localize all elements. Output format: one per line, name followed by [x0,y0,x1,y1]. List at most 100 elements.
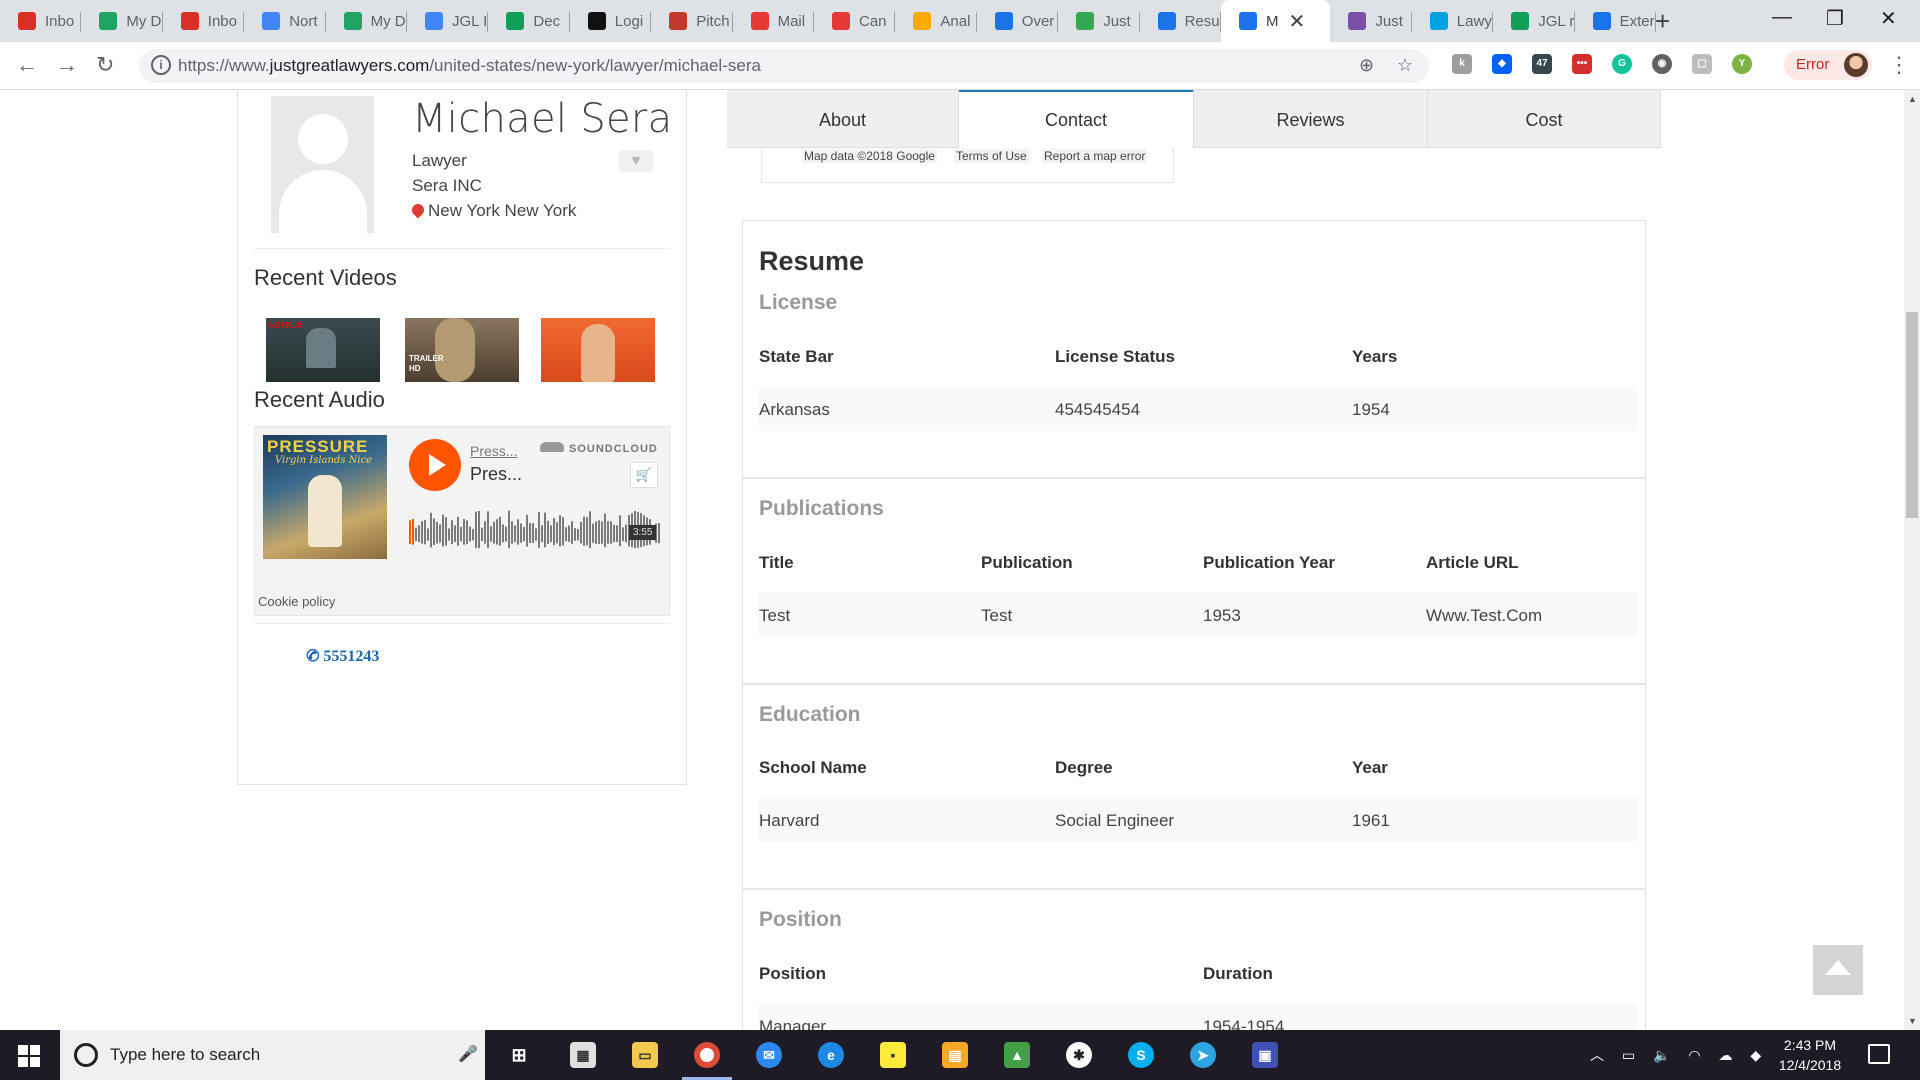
url-text[interactable]: https://www.justgreatlawyers.com/united-… [178,56,761,76]
minimize-button[interactable]: — [1772,6,1792,29]
browser-tab[interactable]: Inbo [163,0,245,42]
favorite-heart-button[interactable]: ♥ [619,150,653,172]
audio-waveform[interactable] [409,507,663,557]
slack-icon[interactable]: ✱ [1066,1042,1092,1068]
site-info-icon[interactable]: i [151,55,171,75]
soundcloud-user-link[interactable]: Press... [470,443,517,459]
tab-contact[interactable]: Contact [959,90,1194,148]
maximize-button[interactable]: ❐ [1826,6,1844,31]
browser-tab[interactable]: Just [1330,0,1412,42]
scroll-down-arrow[interactable]: ▼ [1908,1016,1917,1026]
new-tab-button[interactable]: + [1655,6,1670,37]
battery-icon[interactable]: ▭ [1622,1047,1635,1063]
chrome-icon[interactable] [694,1042,720,1068]
scroll-up-arrow[interactable]: ▲ [1908,94,1917,104]
extension-icon[interactable]: k [1452,54,1472,74]
sticky-notes-icon[interactable]: ▪ [880,1042,906,1068]
calculator-icon[interactable]: ▦ [570,1042,596,1068]
dropbox-icon[interactable]: ◆ [1492,54,1512,74]
browser-tab[interactable]: Just [1058,0,1140,42]
scrollbar-thumb[interactable] [1906,312,1918,518]
edge-icon[interactable]: e [818,1042,844,1068]
windows-start-button[interactable] [18,1045,40,1067]
map-report-link[interactable]: Report a map error [1042,149,1148,163]
file-explorer-icon[interactable]: ▭ [632,1042,658,1068]
counter-extension-icon[interactable]: 47 [1532,54,1552,74]
screenshot-tool-icon[interactable]: ▣ [1252,1042,1278,1068]
map-terms-link[interactable]: Terms of Use [954,149,1029,163]
forward-button[interactable]: → [56,52,78,78]
volume-icon[interactable]: 🔈 [1653,1047,1670,1063]
profile-error-button[interactable]: Error [1784,50,1872,80]
mail-app-icon[interactable]: ✉ [756,1042,782,1068]
wifi-icon[interactable]: ◠ [1688,1047,1700,1063]
tab-cost[interactable]: Cost [1428,90,1661,148]
translate-icon[interactable]: ⊕ [1359,55,1374,76]
reload-button[interactable]: ↻ [96,52,114,78]
cart-icon[interactable]: 🛒 [630,462,658,488]
lastpass-icon[interactable]: ••• [1572,54,1592,74]
browser-tab[interactable]: Logi [570,0,652,42]
drive-sync-icon[interactable]: ▲ [1004,1042,1030,1068]
tab-reviews[interactable]: Reviews [1194,90,1428,148]
action-center-icon[interactable] [1868,1044,1890,1064]
video-thumbnail-2[interactable]: TRAILER HD [405,318,519,382]
documents-icon[interactable]: ▤ [942,1042,968,1068]
soundcloud-track-title[interactable]: Pres... [470,464,522,485]
close-window-button[interactable]: ✕ [1880,6,1897,31]
browser-tab[interactable]: JGL r [1493,0,1575,42]
play-icon[interactable] [409,439,461,491]
browser-tab[interactable]: Resu [1140,0,1221,42]
waveform-bar [433,518,435,545]
taskbar-clock[interactable]: 2:43 PM 12/4/2018 [1770,1035,1850,1075]
video-thumbnail-3[interactable] [541,318,655,382]
browser-tab[interactable]: Anal [895,0,977,42]
video-thumbnail-1[interactable]: NETFLIX [266,318,380,382]
browser-tab[interactable]: JGL I [407,0,489,42]
tab-about[interactable]: About [727,90,959,148]
task-view-icon[interactable]: ⊞ [506,1042,532,1068]
spy-extension-icon[interactable]: ◉ [1652,54,1672,74]
chrome-menu-icon[interactable]: ⋮ [1888,52,1910,78]
telegram-icon[interactable]: ➤ [1190,1042,1216,1068]
album-artwork[interactable]: PRESSURE Virgin Islands Nice [263,435,387,559]
browser-tab[interactable]: My D [81,0,163,42]
yoast-icon[interactable]: Y [1732,54,1752,74]
browser-tab[interactable]: Lawy [1412,0,1494,42]
soundcloud-logo[interactable]: SOUNDCLOUD [540,442,658,455]
back-button[interactable]: ← [16,52,38,78]
browser-tab[interactable]: Nort [244,0,326,42]
system-tray[interactable]: ︿ ▭ 🔈 ◠ ☁ ◆ [1590,1045,1761,1065]
browser-tab[interactable]: Can [814,0,896,42]
browser-tab[interactable]: My D [326,0,407,42]
browser-tab[interactable]: Pitch [651,0,733,42]
table-cell: Arkansas [759,400,830,419]
lawyer-company: Sera INC [412,176,482,195]
waveform-bar [574,528,576,541]
pitchbox-icon [669,12,688,30]
browser-tab[interactable]: Inbo [0,0,82,42]
grammarly-icon[interactable]: G [1612,54,1632,74]
taskbar-search-box[interactable]: Type here to search 🎤 [60,1030,485,1080]
browser-tab[interactable]: M ✕ [1221,0,1331,42]
scroll-to-top-button[interactable] [1813,945,1863,995]
browser-tab[interactable]: Exter [1575,0,1656,42]
skype-icon[interactable]: S [1128,1042,1154,1068]
browser-tab[interactable]: Dec [488,0,570,42]
browser-tab-label: Dec [533,12,561,30]
bookmark-star-icon[interactable]: ☆ [1397,55,1413,76]
microphone-icon[interactable]: 🎤 [458,1044,478,1064]
page-scrollbar[interactable]: ▲ ▼ [1904,90,1920,1030]
dropbox-tray-icon[interactable]: ◆ [1750,1047,1761,1063]
onedrive-icon[interactable]: ☁ [1718,1047,1732,1063]
address-bar[interactable]: i https://www.justgreatlawyers.com/unite… [139,49,1429,83]
cookie-policy-link[interactable]: Cookie policy [258,594,335,609]
browser-tab[interactable]: Mail [733,0,814,42]
browser-tab[interactable]: Over [977,0,1059,42]
extension-icon[interactable]: ▢ [1692,54,1712,74]
close-tab-icon[interactable]: ✕ [1289,9,1306,34]
tray-expand-icon[interactable]: ︿ [1590,1047,1604,1063]
article-url-link[interactable]: Www.Test.Com [1426,606,1542,626]
phone-link[interactable]: ✆ 5551243 [304,646,380,667]
phone-number[interactable]: 5551243 [323,648,379,665]
